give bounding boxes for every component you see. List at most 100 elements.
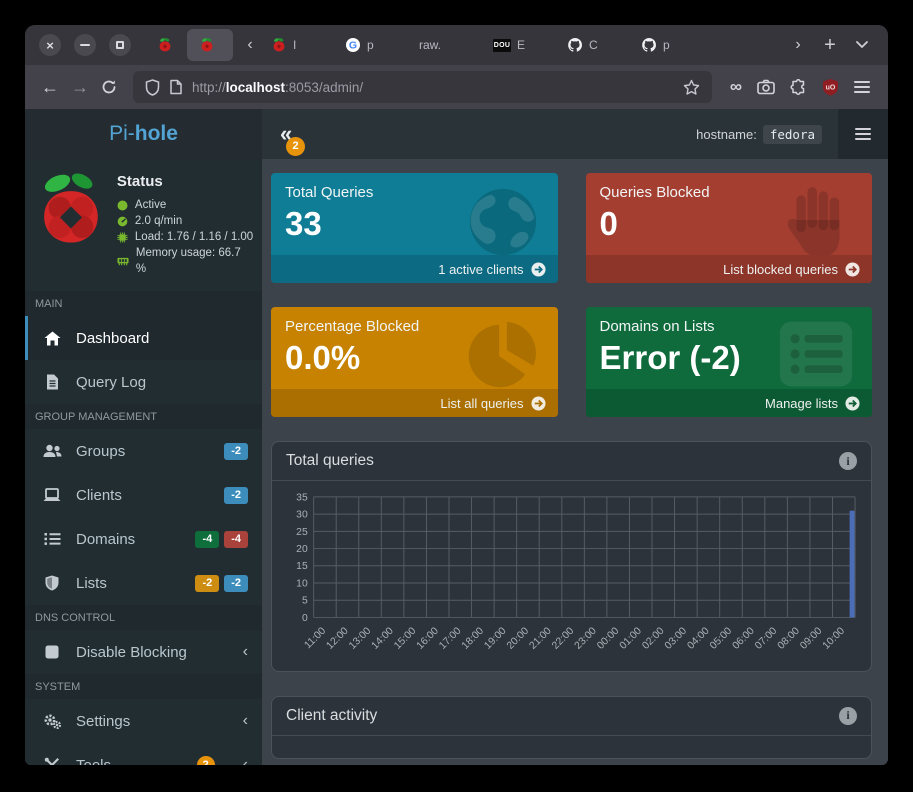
tab-pihole-pinned[interactable] [147, 29, 183, 61]
arrow-circle-right-icon [531, 396, 546, 411]
reload-icon [101, 79, 117, 95]
svg-text:17:00: 17:00 [437, 625, 463, 651]
summary-cards: Total Queries 33 1 active clients Querie… [271, 173, 872, 417]
sidebar-item-label: Query Log [76, 374, 146, 391]
new-tab-button[interactable]: + [816, 31, 844, 59]
pihole-logo-text[interactable]: Pi-hole [25, 109, 262, 159]
svg-text:10: 10 [296, 578, 308, 589]
sidebar-item-lists[interactable]: Lists -2 -2 [25, 561, 262, 605]
svg-text:06:00: 06:00 [731, 625, 757, 651]
back-button[interactable]: ← [35, 77, 65, 98]
list-blocked-queries-link[interactable]: List blocked queries [586, 255, 873, 283]
status-rate: 2.0 q/min [117, 213, 254, 229]
svg-text:09:00: 09:00 [798, 625, 824, 651]
tab-title: E [517, 38, 525, 52]
github-icon [641, 37, 657, 53]
desktop-background: × ‹ I G p [0, 0, 913, 792]
sidebar-item-clients[interactable]: Clients -2 [25, 473, 262, 517]
hostname-value: fedora [763, 125, 822, 144]
tools-icon [42, 757, 62, 765]
arrow-circle-right-icon [845, 262, 860, 277]
svg-text:12:00: 12:00 [325, 625, 351, 651]
info-icon[interactable]: i [839, 452, 857, 470]
chevron-left-icon: ‹ [243, 712, 248, 730]
svg-text:35: 35 [296, 492, 308, 503]
active-clients-link[interactable]: 1 active clients [271, 255, 558, 283]
svg-text:23:00: 23:00 [573, 625, 599, 651]
maximize-button[interactable] [109, 34, 131, 56]
tab-raw[interactable]: raw. [411, 29, 485, 61]
sidebar-item-domains[interactable]: Domains -4 -4 [25, 517, 262, 561]
svg-text:03:00: 03:00 [663, 625, 689, 651]
app-header: Pi-hole « 2 hostname: fedora [25, 109, 888, 159]
tab-pihole-3[interactable]: I [263, 29, 337, 61]
sidebar-item-groups[interactable]: Groups -2 [25, 429, 262, 473]
list-all-queries-link[interactable]: List all queries [271, 389, 558, 417]
reload-button[interactable] [95, 73, 123, 101]
containers-icon[interactable]: ∞ [730, 77, 742, 97]
status-memory: Memory usage: 66.7 % [117, 245, 254, 277]
info-icon[interactable]: i [839, 707, 857, 725]
forward-button[interactable]: → [65, 77, 95, 98]
google-icon: G [345, 37, 361, 53]
panel-body [272, 736, 871, 758]
header-menu-button[interactable] [838, 109, 888, 159]
tab-dou[interactable]: DOU E [485, 29, 559, 61]
status-active: Active [117, 197, 254, 213]
sidebar-item-tools[interactable]: Tools 2 ‹ [25, 743, 262, 765]
main-content: Total Queries 33 1 active clients Querie… [262, 159, 888, 765]
total-queries-card: Total Queries 33 1 active clients [271, 173, 558, 283]
extensions-puzzle-icon[interactable] [790, 79, 807, 96]
sidebar-item-dashboard[interactable]: Dashboard [25, 316, 262, 360]
svg-text:G: G [349, 40, 357, 52]
memory-icon [117, 257, 129, 266]
tab-github-2[interactable]: p [633, 29, 707, 61]
chevron-left-icon: ‹ [243, 756, 248, 765]
sidebar-item-label: Groups [76, 443, 125, 460]
url-text[interactable]: http://localhost:8053/admin/ [192, 80, 674, 95]
tools-notification-badge: 2 [197, 756, 215, 765]
hand-icon [782, 183, 856, 261]
browser-window: × ‹ I G p [25, 25, 888, 765]
minimize-button[interactable] [74, 34, 96, 56]
stop-icon [42, 645, 62, 659]
close-button[interactable]: × [39, 34, 61, 56]
sidebar-item-query-log[interactable]: Query Log [25, 360, 262, 404]
chevron-down-icon [856, 41, 868, 49]
svg-text:30: 30 [296, 510, 308, 521]
pihole-icon [271, 37, 287, 53]
svg-text:15: 15 [296, 561, 308, 572]
tab-google[interactable]: G p [337, 29, 411, 61]
status-title: Status [117, 173, 254, 190]
sidebar-toggle-button[interactable]: « 2 [280, 123, 292, 145]
tab-scroll-left-button[interactable]: ‹ [237, 36, 263, 54]
manage-lists-link[interactable]: Manage lists [586, 389, 873, 417]
percentage-blocked-card: Percentage Blocked 0.0% List all queries [271, 307, 558, 417]
arrow-circle-right-icon [531, 262, 546, 277]
close-icon: × [46, 39, 54, 52]
tab-github-1[interactable]: C [559, 29, 633, 61]
sidebar-item-settings[interactable]: Settings ‹ [25, 699, 262, 743]
bookmark-star-icon[interactable] [683, 79, 700, 96]
users-icon [42, 444, 62, 458]
browser-menu-icon[interactable] [854, 86, 870, 88]
shield-permissions-icon [145, 79, 160, 96]
navigation-toolbar: ← → http://localhost:8053/admin/ ∞ uO [25, 65, 888, 109]
sidebar-item-disable-blocking[interactable]: Disable Blocking ‹ [25, 630, 262, 674]
sidebar-item-label: Settings [76, 713, 130, 730]
lists-badge-warning: -2 [195, 575, 219, 592]
list-tabs-button[interactable] [848, 31, 876, 59]
gauge-icon [117, 216, 128, 227]
svg-text:10:00: 10:00 [821, 625, 847, 651]
toolbar-extensions: ∞ uO [722, 77, 878, 97]
github-icon [567, 37, 583, 53]
url-bar[interactable]: http://localhost:8053/admin/ [133, 71, 712, 103]
tab-scroll-right-button[interactable]: › [784, 31, 812, 59]
tab-pihole-active[interactable] [187, 29, 233, 61]
panel-title: Total queries [286, 452, 374, 470]
tab-title: I [293, 38, 296, 52]
ublock-origin-icon[interactable]: uO [822, 78, 839, 96]
screenshot-camera-icon[interactable] [757, 79, 775, 95]
svg-text:11:00: 11:00 [303, 625, 329, 651]
page-info-icon[interactable] [169, 79, 183, 95]
